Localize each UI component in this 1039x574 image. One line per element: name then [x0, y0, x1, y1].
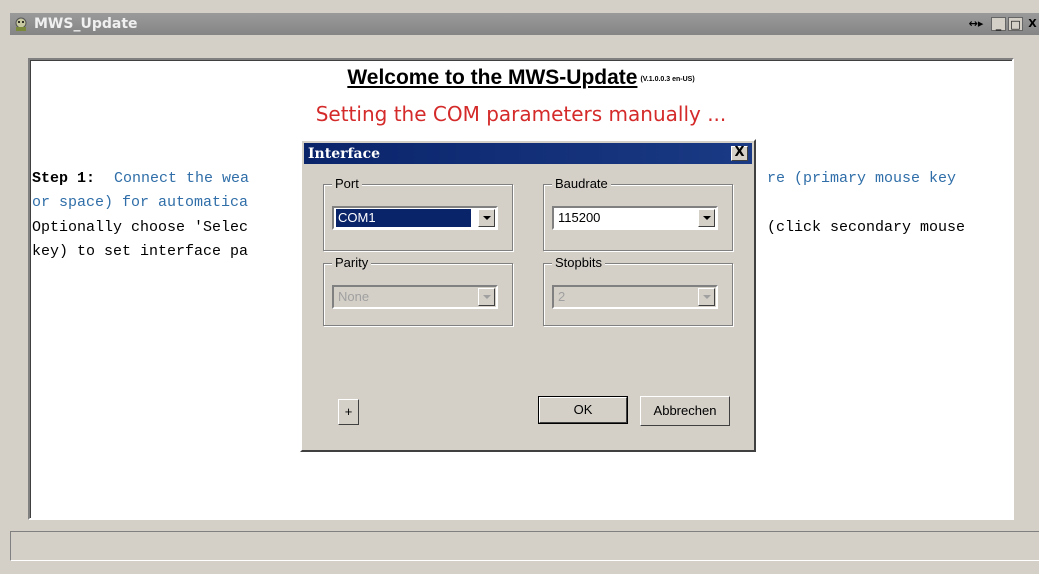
- step-text-line1-left: Connect the wea: [105, 170, 250, 187]
- port-select[interactable]: COM1: [332, 206, 498, 230]
- step-label: Step 1:: [32, 170, 96, 187]
- dialog-close-button[interactable]: X: [731, 146, 748, 161]
- parity-group: Parity None: [323, 255, 513, 326]
- step-text-line1-right: re (primary mouse key: [767, 170, 957, 187]
- port-dropdown-button[interactable]: [478, 209, 495, 227]
- step-text-line2: or space) for automatica: [32, 194, 249, 211]
- resize-icon[interactable]: ↔▸: [965, 17, 987, 31]
- dialog-title: Interface: [308, 146, 381, 162]
- dialog-title-bar[interactable]: Interface X: [304, 143, 752, 164]
- stopbits-value: 2: [558, 289, 566, 304]
- step-text-line4: key) to set interface pa: [32, 243, 249, 260]
- status-bar: [10, 531, 1039, 561]
- stopbits-label: Stopbits: [552, 255, 605, 270]
- parity-select: None: [332, 285, 498, 309]
- cancel-button[interactable]: Abbrechen: [640, 396, 730, 426]
- app-window: MWS_Update ↔▸ _ □ X Welcome to the MWS-U…: [0, 0, 1039, 574]
- step-text-line3-left: Optionally choose 'Selec: [32, 219, 249, 236]
- close-button[interactable]: X: [1025, 17, 1039, 31]
- add-button[interactable]: +: [338, 399, 359, 425]
- baudrate-value: 115200: [558, 210, 601, 225]
- stopbits-dropdown-button: [698, 288, 715, 306]
- stopbits-group: Stopbits 2: [543, 255, 733, 326]
- parity-label: Parity: [332, 255, 372, 270]
- chevron-down-icon: [483, 295, 491, 299]
- parity-dropdown-button: [478, 288, 495, 306]
- minimize-button[interactable]: _: [991, 17, 1006, 31]
- maximize-button[interactable]: □: [1008, 17, 1023, 31]
- port-group: Port COM1: [323, 176, 513, 251]
- stopbits-select: 2: [552, 285, 718, 309]
- page-heading: Welcome to the MWS-Update (V.1.0.0.3 en-U…: [30, 66, 1012, 90]
- baudrate-dropdown-button[interactable]: [698, 209, 715, 227]
- baudrate-label: Baudrate: [552, 176, 611, 191]
- app-icon: [15, 17, 27, 31]
- baudrate-select[interactable]: 115200: [552, 206, 718, 230]
- port-label: Port: [332, 176, 362, 191]
- page-subheading: Setting the COM parameters manually ...: [315, 102, 727, 126]
- chevron-down-icon: [703, 216, 711, 220]
- step-text-line3-right: (click secondary mouse: [767, 219, 966, 236]
- window-title: MWS_Update: [34, 16, 138, 32]
- port-value: COM1: [336, 209, 471, 227]
- ok-button[interactable]: OK: [538, 396, 628, 424]
- interface-dialog: Interface X Port COM1 Baudrate 115200 Pa…: [300, 139, 756, 452]
- title-bar[interactable]: MWS_Update ↔▸ _ □ X: [10, 13, 1039, 35]
- chevron-down-icon: [703, 295, 711, 299]
- version-label: (V.1.0.0.3 en-US): [640, 76, 695, 83]
- parity-value: None: [338, 289, 370, 304]
- heading-text: Welcome to the MWS-Update: [347, 66, 638, 89]
- baudrate-group: Baudrate 115200: [543, 176, 733, 251]
- chevron-down-icon: [483, 216, 491, 220]
